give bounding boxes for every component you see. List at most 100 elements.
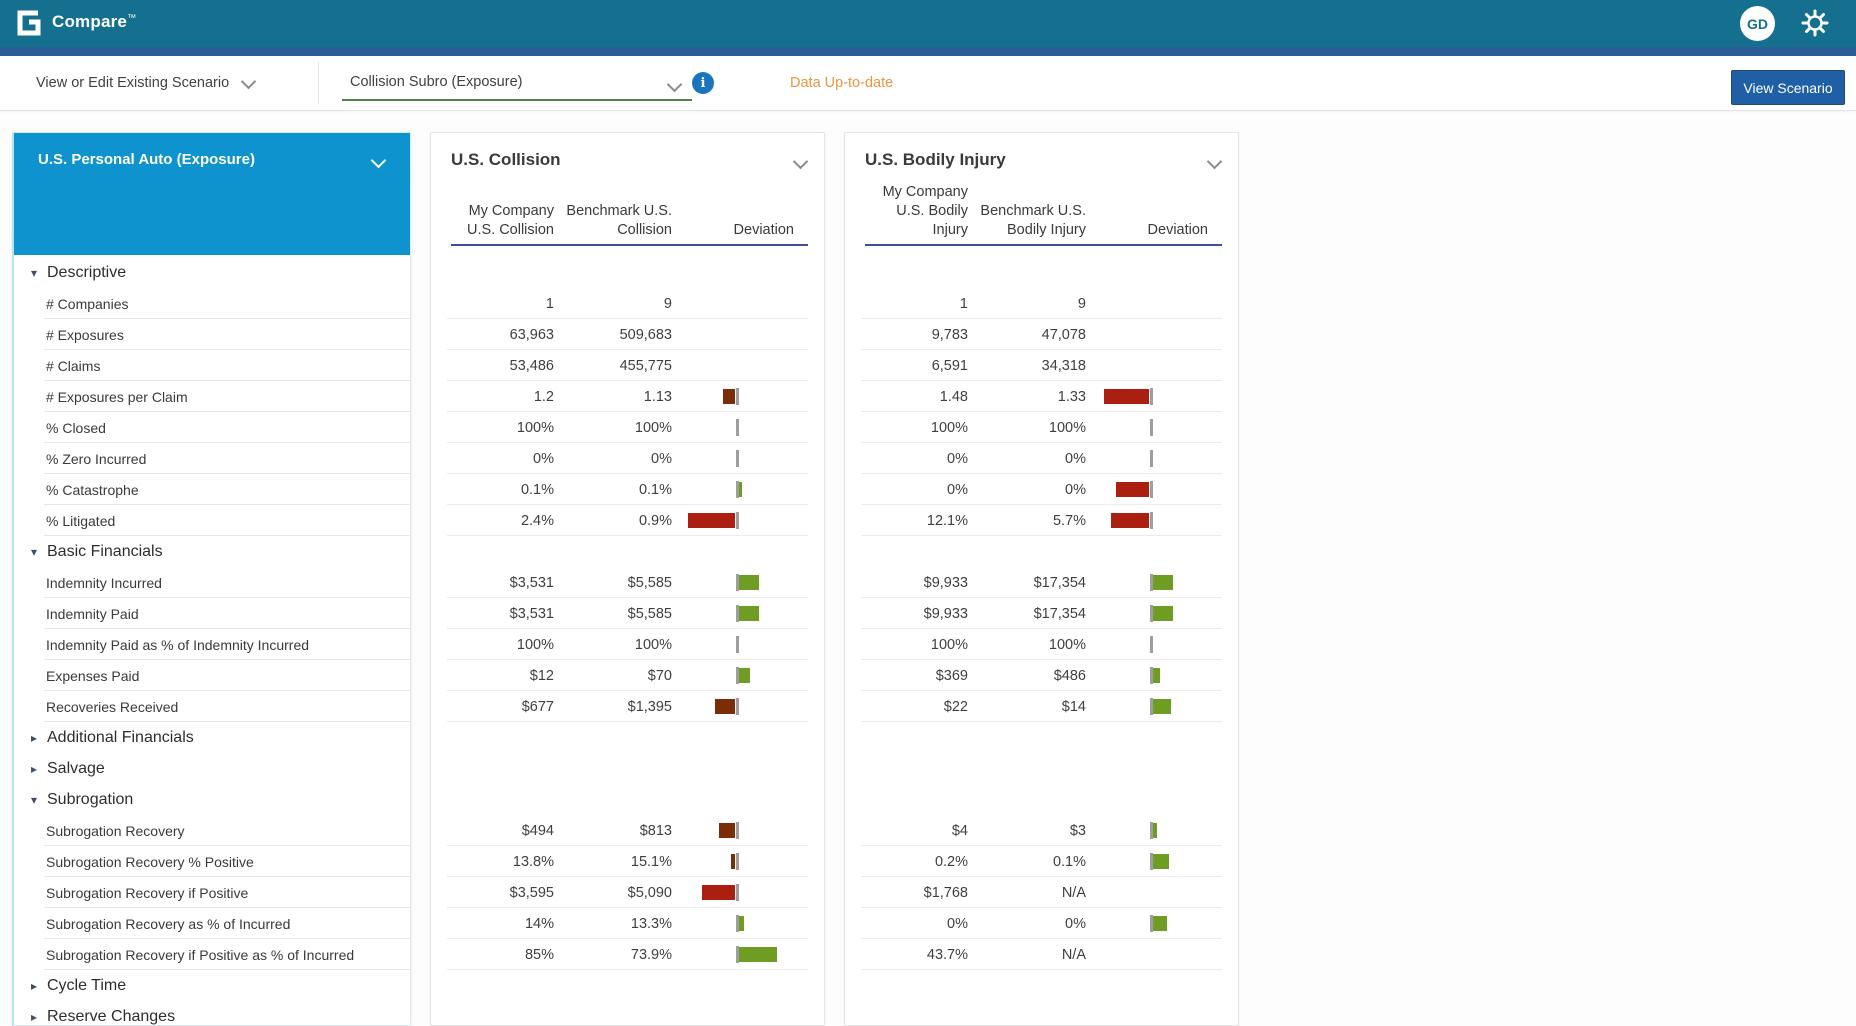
panel-data-row: $9,933$17,354: [845, 598, 1238, 629]
deviation-cell: [672, 350, 824, 381]
top-app-bar: Compare™ GD: [0, 0, 1856, 47]
panel-data-row: $3,531$5,585: [431, 598, 824, 629]
my-company-value: 100%: [845, 637, 968, 653]
sidebar-metric-item[interactable]: Indemnity Paid: [14, 598, 410, 629]
item-label: # Exposures per Claim: [46, 389, 188, 405]
sidebar-metric-item[interactable]: Expenses Paid: [14, 660, 410, 691]
item-label: Reserve Changes: [47, 1008, 175, 1026]
panel-title: U.S. Collision: [451, 150, 561, 170]
benchmark-value: 100%: [968, 637, 1086, 653]
item-label: # Exposures: [46, 327, 124, 343]
item-label: % Litigated: [46, 513, 115, 529]
deviation-box: [687, 381, 787, 412]
panel-blank-row: [431, 1001, 824, 1025]
sidebar-metric-item[interactable]: # Exposures per Claim: [14, 381, 410, 412]
header-accent-strip: [0, 47, 1856, 56]
sidebar-metric-item[interactable]: # Claims: [14, 350, 410, 381]
deviation-box: [687, 567, 787, 598]
deviation-box: [687, 412, 787, 443]
user-avatar[interactable]: GD: [1740, 6, 1775, 41]
sidebar-category-item[interactable]: ▾Subrogation: [14, 784, 410, 815]
sidebar-metric-item[interactable]: # Companies: [14, 288, 410, 319]
benchmark-value: $17,354: [968, 606, 1086, 622]
sidebar-metric-item[interactable]: Subrogation Recovery: [14, 815, 410, 846]
chevron-down-icon[interactable]: [1207, 154, 1223, 170]
deviation-cell: [672, 815, 824, 846]
my-company-value: $3,531: [431, 606, 554, 622]
metric-sidebar: U.S. Personal Auto (Exposure) ▾Descripti…: [12, 132, 411, 1026]
deviation-box: [1101, 505, 1201, 536]
sidebar-metric-item[interactable]: % Closed: [14, 412, 410, 443]
sidebar-metric-item[interactable]: % Catastrophe: [14, 474, 410, 505]
panel-rows-0: 1963,963509,68353,486455,7751.21.13100%1…: [431, 257, 824, 1025]
sidebar-category-item[interactable]: ▸Additional Financials: [14, 722, 410, 753]
benchmark-value: 0%: [968, 482, 1086, 498]
settings-gear-icon[interactable]: [1799, 7, 1831, 39]
deviation-cell: [672, 877, 824, 908]
view-scenario-button[interactable]: View Scenario: [1731, 70, 1845, 105]
toolbar-divider: [318, 62, 319, 104]
header-underline: [865, 244, 1222, 246]
triangle-expanded-icon: ▾: [31, 266, 47, 280]
column-header-my-company: My Company U.S. Bodily Injury: [845, 183, 968, 242]
sidebar-metric-item[interactable]: Recoveries Received: [14, 691, 410, 722]
comparison-dropdown[interactable]: Collision Subro (Exposure): [342, 56, 692, 110]
sidebar-header[interactable]: U.S. Personal Auto (Exposure): [14, 133, 410, 255]
panel-us-collision: U.S. Collision My Company U.S. Collision…: [430, 132, 825, 1026]
deviation-center-tick: [736, 884, 739, 901]
deviation-box: [687, 288, 787, 319]
sidebar-category-item[interactable]: ▸Salvage: [14, 753, 410, 784]
deviation-cell: [1086, 660, 1238, 691]
info-icon[interactable]: i: [692, 72, 714, 94]
sidebar-metric-item[interactable]: Indemnity Paid as % of Indemnity Incurre…: [14, 629, 410, 660]
benchmark-value: 509,683: [554, 327, 672, 343]
deviation-cell: [672, 598, 824, 629]
my-company-value: 0%: [845, 451, 968, 467]
sidebar-category-item[interactable]: ▾Descriptive: [14, 257, 410, 288]
trademark-symbol: ™: [127, 12, 136, 22]
panel-data-row: 63,963509,683: [431, 319, 824, 350]
column-header-my-company: My Company U.S. Collision: [431, 202, 554, 242]
my-company-value: 100%: [431, 420, 554, 436]
chevron-down-icon[interactable]: [371, 153, 387, 169]
scenario-mode-dropdown[interactable]: View or Edit Existing Scenario: [36, 56, 254, 110]
sidebar-metric-item[interactable]: % Zero Incurred: [14, 443, 410, 474]
my-company-value: $12: [431, 668, 554, 684]
deviation-bar: [688, 513, 735, 528]
sidebar-metric-item[interactable]: Indemnity Incurred: [14, 567, 410, 598]
benchmark-value: 15.1%: [554, 854, 672, 870]
chevron-down-icon[interactable]: [793, 154, 809, 170]
item-label: Subrogation: [47, 791, 133, 809]
panel-blank-row: [845, 1001, 1238, 1025]
sidebar-metric-item[interactable]: Subrogation Recovery as % of Incurred: [14, 908, 410, 939]
panel-data-row: 100%100%: [845, 412, 1238, 443]
sidebar-category-item[interactable]: ▸Cycle Time: [14, 970, 410, 1001]
panel-data-row: 100%100%: [431, 412, 824, 443]
deviation-cell: [1086, 939, 1238, 970]
deviation-center-tick: [1150, 481, 1153, 498]
panel-data-row: 0%0%: [845, 908, 1238, 939]
my-company-value: 9,783: [845, 327, 968, 343]
my-company-value: $4: [845, 823, 968, 839]
sidebar-category-item[interactable]: ▾Basic Financials: [14, 536, 410, 567]
sidebar-metric-item[interactable]: Subrogation Recovery % Positive: [14, 846, 410, 877]
deviation-center-tick: [736, 636, 739, 653]
deviation-box: [1101, 381, 1201, 412]
deviation-bar: [719, 823, 735, 838]
deviation-box: [687, 939, 787, 970]
sidebar-metric-item[interactable]: Subrogation Recovery if Positive: [14, 877, 410, 908]
panel-data-row: 1.481.33: [845, 381, 1238, 412]
deviation-cell: [1086, 815, 1238, 846]
chevron-down-icon: [667, 77, 683, 93]
deviation-box: [687, 505, 787, 536]
item-label: Recoveries Received: [46, 699, 178, 715]
item-label: # Claims: [46, 358, 100, 374]
panel-data-row: 43.7%N/A: [845, 939, 1238, 970]
brand-logo-icon: [12, 7, 44, 39]
item-label: % Catastrophe: [46, 482, 139, 498]
my-company-value: $494: [431, 823, 554, 839]
sidebar-metric-item[interactable]: Subrogation Recovery if Positive as % of…: [14, 939, 410, 970]
sidebar-metric-item[interactable]: # Exposures: [14, 319, 410, 350]
sidebar-category-item[interactable]: ▸Reserve Changes: [14, 1001, 410, 1025]
sidebar-metric-item[interactable]: % Litigated: [14, 505, 410, 536]
